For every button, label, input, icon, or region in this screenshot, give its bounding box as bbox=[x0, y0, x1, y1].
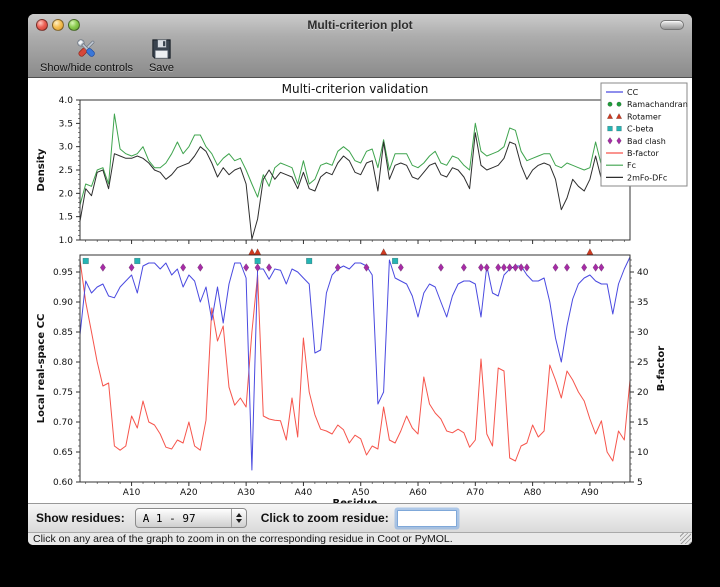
svg-text:C-beta: C-beta bbox=[627, 125, 654, 134]
toolbar-button-label: Show/hide controls bbox=[40, 62, 133, 74]
svg-text:A40: A40 bbox=[295, 488, 313, 498]
window-title: Multi-criterion plot bbox=[28, 18, 692, 32]
svg-text:Bad clash: Bad clash bbox=[627, 137, 666, 146]
app-window: Multi-criterion plot Show/hide controls bbox=[28, 14, 692, 545]
svg-text:2.0: 2.0 bbox=[59, 189, 74, 199]
svg-text:0.70: 0.70 bbox=[53, 418, 73, 428]
show-residues-label: Show residues: bbox=[36, 511, 125, 525]
svg-text:Local real-space CC: Local real-space CC bbox=[36, 314, 47, 424]
save-button[interactable]: Save bbox=[149, 36, 174, 74]
svg-text:0.90: 0.90 bbox=[53, 298, 73, 308]
close-button[interactable] bbox=[36, 19, 48, 31]
maximize-button[interactable] bbox=[68, 19, 80, 31]
plot-figure[interactable]: Multi-criterion validation 1.0 1.5 2.0 2.5 3.… bbox=[28, 78, 692, 503]
residue-range-value: A 1 - 97 bbox=[136, 512, 231, 525]
svg-text:A50: A50 bbox=[352, 488, 370, 498]
svg-text:30: 30 bbox=[637, 328, 649, 338]
svg-text:0.80: 0.80 bbox=[53, 358, 73, 368]
zoom-residue-label: Click to zoom residue: bbox=[261, 511, 389, 525]
svg-text:A70: A70 bbox=[467, 488, 485, 498]
tools-icon bbox=[74, 36, 99, 61]
svg-text:0.60: 0.60 bbox=[53, 478, 73, 488]
svg-text:CC: CC bbox=[627, 88, 639, 97]
svg-text:A90: A90 bbox=[581, 488, 599, 498]
status-text: Click on any area of the graph to zoom i… bbox=[33, 533, 453, 545]
multi-criterion-plot-canvas[interactable]: Multi-criterion validation 1.0 1.5 2.0 2.5 3.… bbox=[30, 78, 690, 503]
minimize-button[interactable] bbox=[52, 19, 64, 31]
svg-text:5: 5 bbox=[637, 478, 643, 488]
svg-text:0.95: 0.95 bbox=[53, 268, 73, 278]
stepper-arrows-icon bbox=[231, 509, 246, 527]
svg-text:0.65: 0.65 bbox=[53, 448, 73, 458]
svg-text:4.0: 4.0 bbox=[59, 96, 74, 106]
svg-text:40: 40 bbox=[637, 268, 649, 278]
svg-text:10: 10 bbox=[637, 448, 649, 458]
traffic-lights bbox=[36, 19, 84, 31]
titlebar[interactable]: Multi-criterion plot bbox=[28, 14, 692, 36]
residue-range-select[interactable]: A 1 - 97 bbox=[135, 508, 247, 528]
svg-text:A10: A10 bbox=[123, 488, 141, 498]
show-hide-controls-button[interactable]: Show/hide controls bbox=[40, 36, 133, 74]
svg-text:3.5: 3.5 bbox=[59, 119, 73, 129]
svg-text:Fc: Fc bbox=[627, 161, 636, 170]
svg-text:20: 20 bbox=[637, 388, 649, 398]
svg-text:A60: A60 bbox=[409, 488, 427, 498]
svg-text:A30: A30 bbox=[237, 488, 255, 498]
svg-text:Rotamer: Rotamer bbox=[627, 112, 662, 121]
status-bar: Click on any area of the graph to zoom i… bbox=[28, 533, 692, 545]
svg-text:1.5: 1.5 bbox=[59, 213, 73, 223]
toolbar: Show/hide controls Save bbox=[28, 36, 692, 78]
svg-text:Multi-criterion validation: Multi-criterion validation bbox=[282, 82, 429, 96]
svg-text:0.85: 0.85 bbox=[53, 328, 73, 338]
svg-text:25: 25 bbox=[637, 358, 648, 368]
toolbar-toggle-button[interactable] bbox=[660, 20, 684, 30]
svg-text:A20: A20 bbox=[180, 488, 198, 498]
svg-text:35: 35 bbox=[637, 298, 648, 308]
controls-bar: Show residues: A 1 - 97 Click to zoom re… bbox=[28, 503, 692, 533]
svg-text:B-factor: B-factor bbox=[627, 149, 660, 158]
svg-text:A80: A80 bbox=[524, 488, 542, 498]
svg-text:Ramachandran: Ramachandran bbox=[627, 100, 688, 109]
toolbar-button-label: Save bbox=[149, 62, 174, 74]
svg-text:15: 15 bbox=[637, 418, 648, 428]
svg-text:B-factor: B-factor bbox=[656, 346, 667, 391]
svg-text:1.0: 1.0 bbox=[59, 236, 74, 246]
resize-grip[interactable] bbox=[680, 533, 691, 544]
svg-text:2mFo-DFc: 2mFo-DFc bbox=[627, 173, 667, 182]
svg-text:3.0: 3.0 bbox=[59, 143, 74, 153]
svg-text:0.75: 0.75 bbox=[53, 388, 73, 398]
svg-text:Density: Density bbox=[36, 148, 47, 191]
save-icon bbox=[149, 36, 174, 61]
zoom-residue-input[interactable] bbox=[397, 510, 457, 527]
svg-text:2.5: 2.5 bbox=[59, 166, 73, 176]
